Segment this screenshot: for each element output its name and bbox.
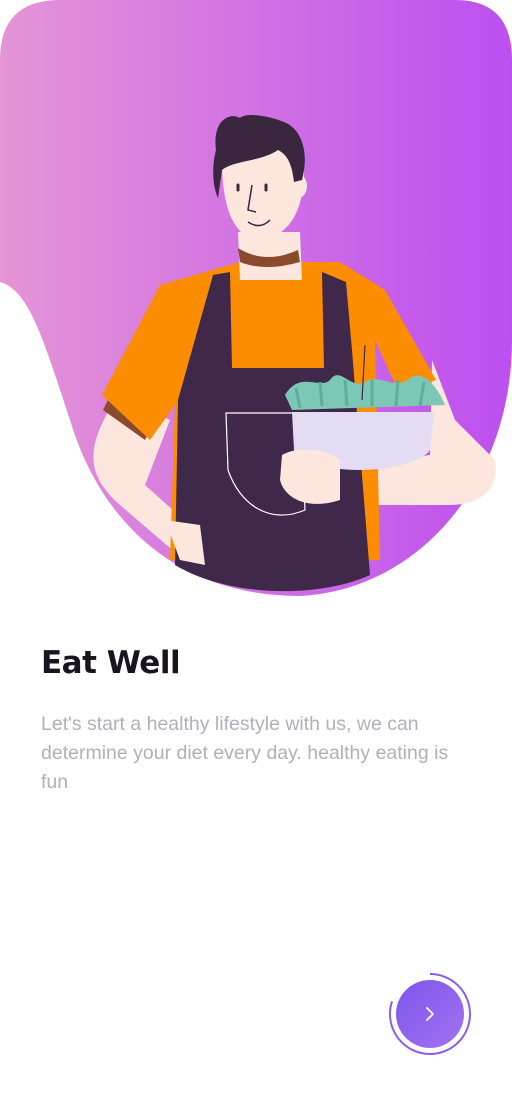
- next-button[interactable]: [396, 980, 464, 1048]
- next-control: [386, 968, 476, 1058]
- chef-illustration: [0, 0, 512, 596]
- page-title: Eat Well: [41, 645, 181, 681]
- page-description: Let's start a healthy lifestyle with us,…: [41, 713, 449, 793]
- chevron-right-icon: [426, 1007, 434, 1021]
- hero-illustration: [0, 0, 512, 600]
